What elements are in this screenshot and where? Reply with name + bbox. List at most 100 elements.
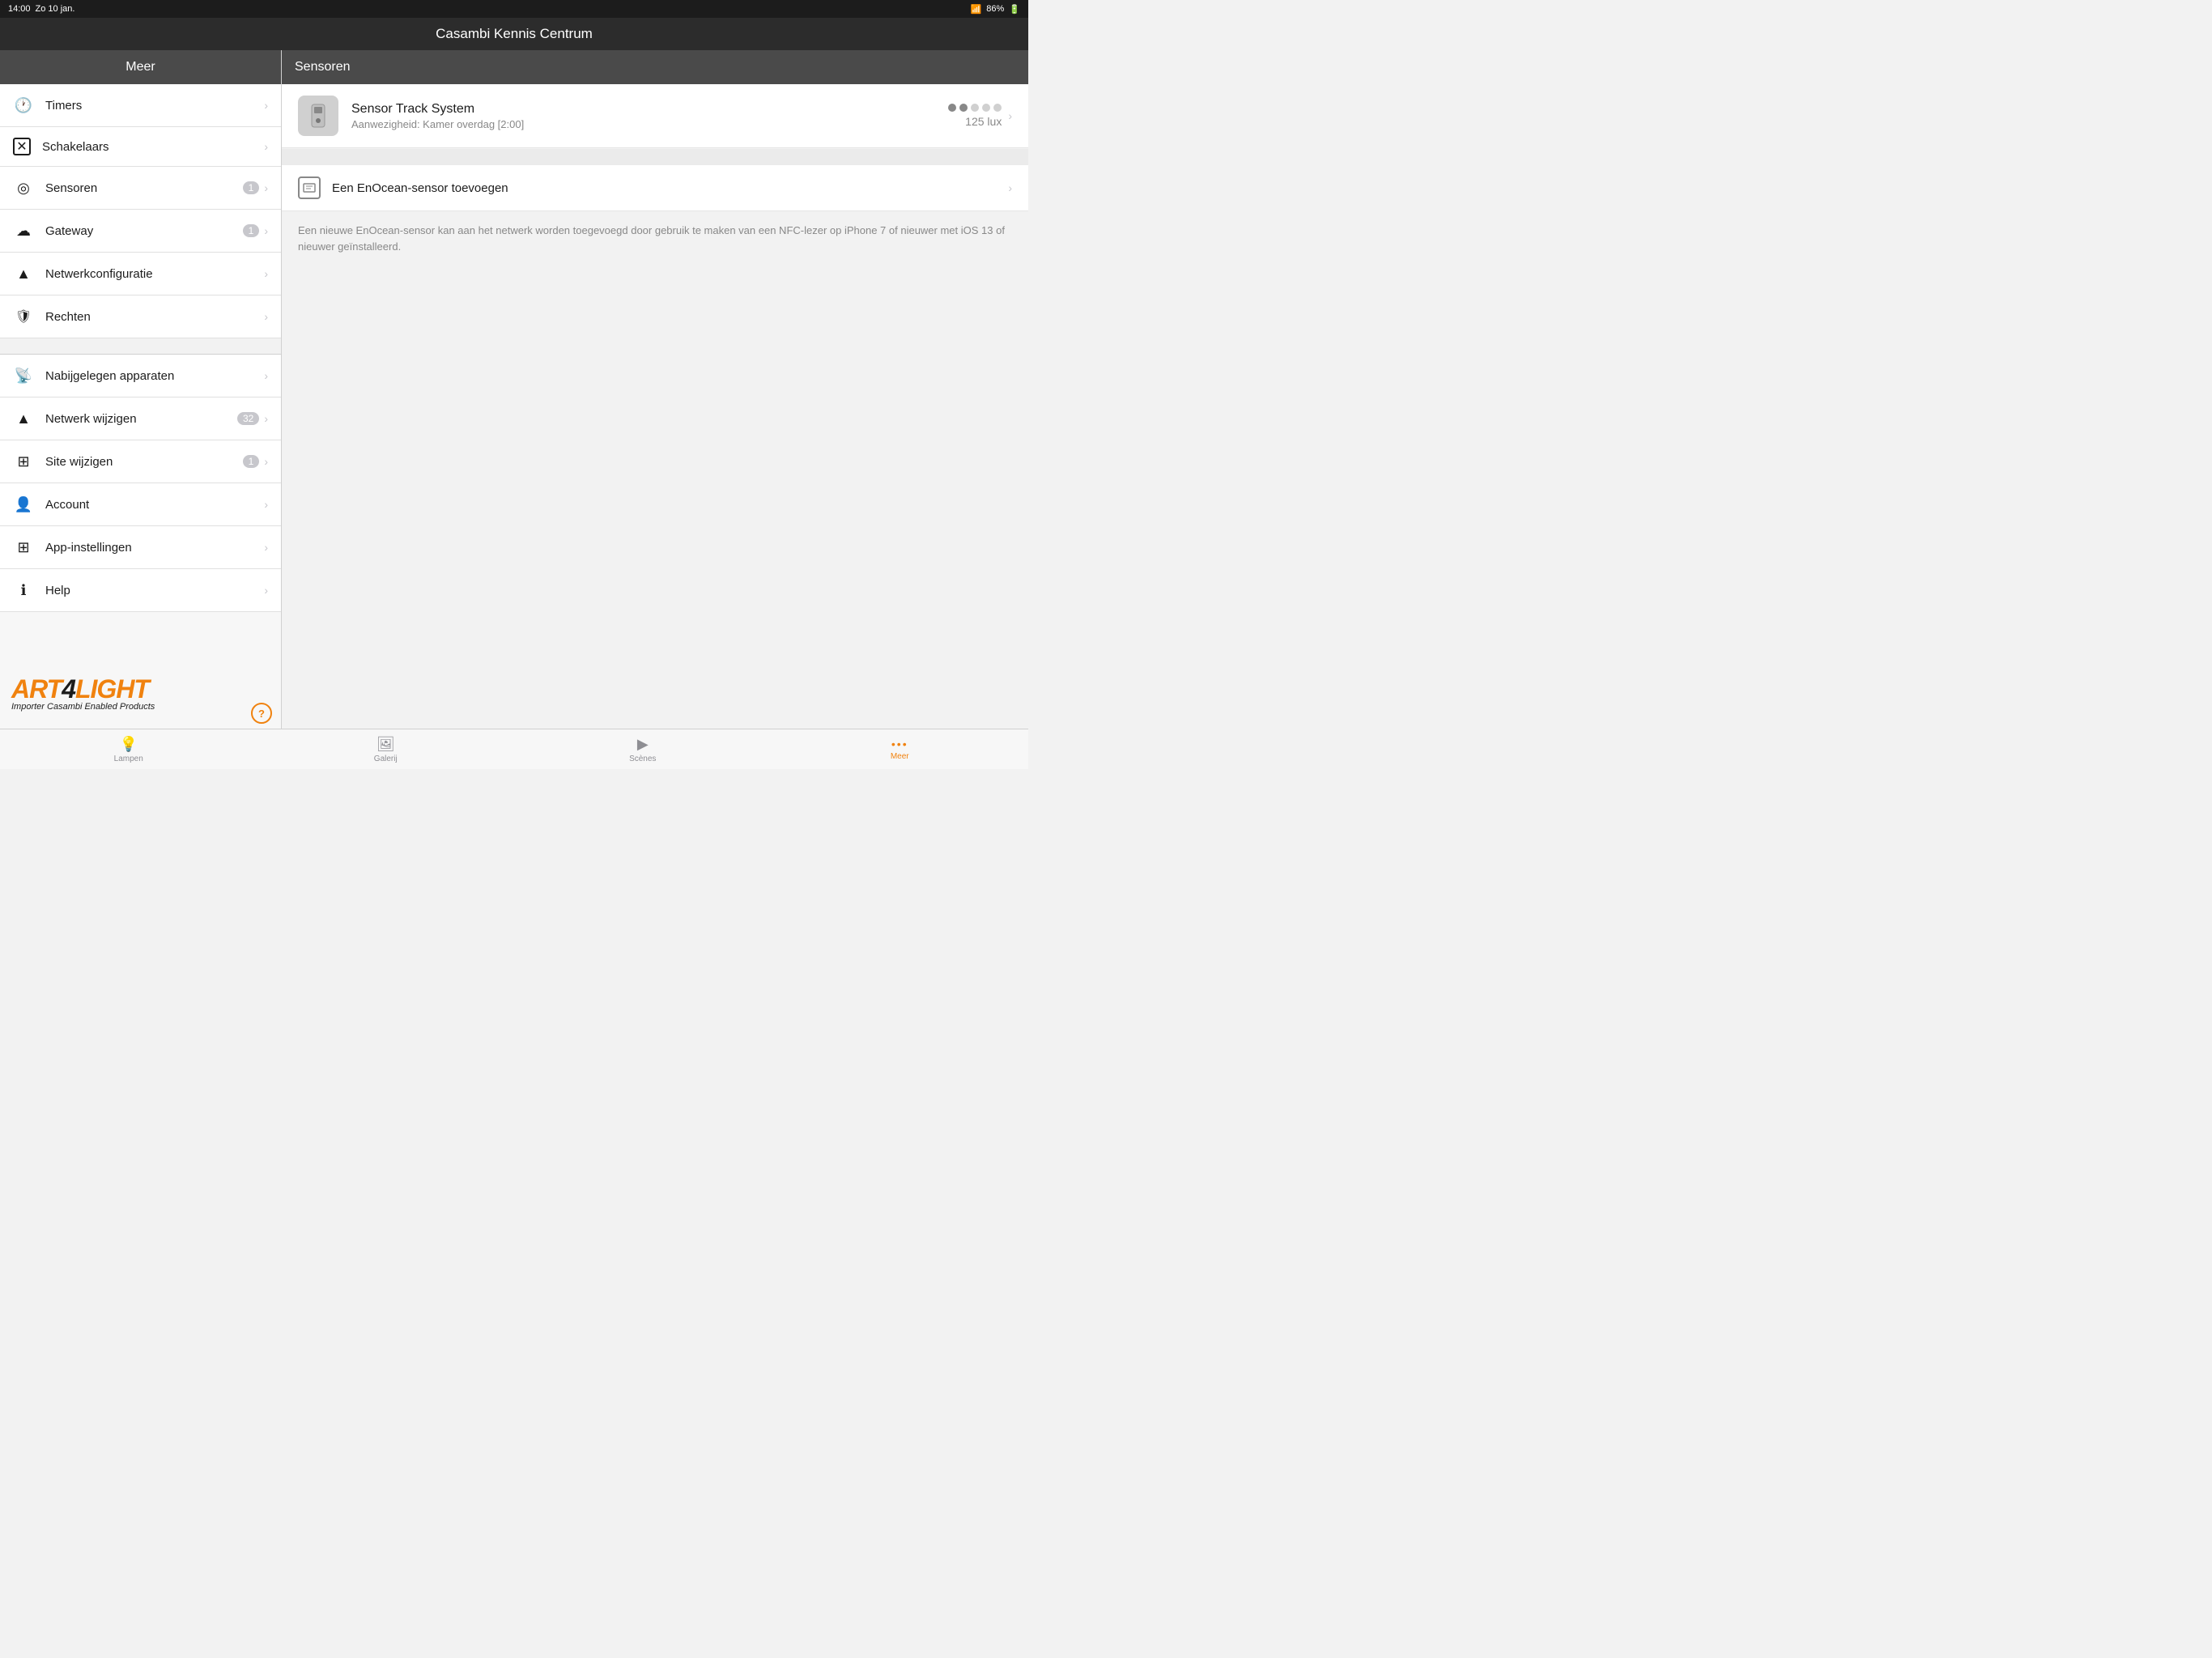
galerij-tab-label: Galerij [374,755,398,763]
sensor-thumbnail [298,96,338,136]
netwerk-wijzigen-label: Netwerk wijzigen [45,412,237,426]
status-day: Zo 10 jan. [36,4,75,14]
schakelaars-label: Schakelaars [42,140,264,154]
help-label: Help [45,584,264,597]
chevron-icon: › [264,310,268,323]
timers-label: Timers [45,99,264,113]
app-settings-icon: ⊞ [13,537,34,558]
sidebar-item-app-instellingen[interactable]: ⊞ App-instellingen › [0,526,281,569]
sensor-lux: 125 lux [965,115,1002,128]
sensor-icon: ◎ [13,177,34,198]
sidebar-item-netwerkconfiguratie[interactable]: ▲ Netwerkconfiguratie › [0,253,281,295]
site-wijzigen-label: Site wijzigen [45,455,243,469]
add-enocean-sensor-button[interactable]: Een EnOcean-sensor toevoegen › [282,165,1028,211]
lampen-tab-label: Lampen [114,755,143,763]
sidebar-item-schakelaars[interactable]: ✕ Schakelaars › [0,127,281,167]
site-icon: ⊞ [13,451,34,472]
tab-meer[interactable]: ••• Meer [772,738,1029,761]
sidebar-header-label: Meer [125,60,155,74]
sensor-name: Sensor Track System [351,102,948,117]
chevron-icon: › [264,584,268,597]
sidebar-item-netwerk-wijzigen[interactable]: ▲ Netwerk wijzigen 32 › [0,397,281,440]
chevron-icon: › [264,224,268,237]
battery-text: 86% [986,4,1004,14]
sidebar-header: Meer [0,50,281,84]
chevron-icon: › [264,541,268,554]
tab-lampen[interactable]: 💡 Lampen [0,736,257,763]
clock-icon: 🕐 [13,95,34,116]
help-question-badge[interactable]: ? [251,703,272,724]
meer-icon: ••• [891,738,908,750]
nearby-icon: 📡 [13,365,34,386]
add-sensor-icon [298,176,321,199]
sensoren-label: Sensoren [45,181,243,195]
app-title: Casambi Kennis Centrum [436,26,593,41]
network-config-icon: ▲ [13,263,34,284]
content-area: Sensoren Sensor Track System Aanwezighei… [282,50,1028,729]
tab-bar: 💡 Lampen 🖼 Galerij ▶ Scènes ••• Meer [0,729,1028,769]
main-layout: Meer 🕐 Timers › ✕ Schakelaars › ◎ Sensor… [0,50,1028,729]
sidebar-item-gateway[interactable]: ☁ Gateway 1 › [0,210,281,253]
add-sensor-chevron-icon: › [1008,181,1012,194]
sidebar-item-help[interactable]: ℹ Help › [0,569,281,612]
status-time: 14:00 [8,4,31,14]
chevron-icon: › [264,140,268,153]
chevron-icon: › [264,181,268,194]
chevron-icon: › [264,99,268,112]
sensor-status: Aanwezigheid: Kamer overdag [2:00] [351,118,948,130]
sidebar-item-nabijgelegen[interactable]: 📡 Nabijgelegen apparaten › [0,355,281,397]
tab-scenes[interactable]: ▶ Scènes [514,736,772,763]
dot-2 [959,104,968,112]
content-title: Sensoren [295,60,351,74]
scenes-tab-label: Scènes [629,755,656,763]
sidebar: Meer 🕐 Timers › ✕ Schakelaars › ◎ Sensor… [0,50,282,729]
tab-galerij[interactable]: 🖼 Galerij [257,736,515,763]
sidebar-item-site-wijzigen[interactable]: ⊞ Site wijzigen 1 › [0,440,281,483]
account-label: Account [45,498,264,512]
app-instellingen-label: App-instellingen [45,541,264,555]
sidebar-item-sensoren[interactable]: ◎ Sensoren 1 › [0,167,281,210]
nabijgelegen-label: Nabijgelegen apparaten [45,369,264,383]
chevron-icon: › [264,455,268,468]
sidebar-separator [0,338,281,355]
dot-4 [982,104,990,112]
galerij-icon: 🖼 [376,736,395,753]
status-right: 📶 86% 🔋 [971,4,1020,15]
sidebar-item-rechten[interactable]: 🛡 Rechten › [0,295,281,338]
sensor-chevron-icon: › [1008,109,1012,122]
gateway-label: Gateway [45,224,243,238]
netwerkconfiguratie-label: Netwerkconfiguratie [45,267,264,281]
gateway-icon: ☁ [13,220,34,241]
content-header: Sensoren [282,50,1028,84]
chevron-icon: › [264,369,268,382]
network-change-icon: ▲ [13,408,34,429]
dot-3 [971,104,979,112]
sidebar-item-timers[interactable]: 🕐 Timers › [0,84,281,127]
chevron-icon: › [264,412,268,425]
site-badge: 1 [243,455,260,468]
dot-1 [948,104,956,112]
rechten-icon: 🛡 [13,306,34,327]
chevron-icon: › [264,498,268,511]
netwerk-badge: 32 [237,412,259,425]
dot-5 [993,104,1002,112]
sensor-dots [948,104,1002,112]
app-header: Casambi Kennis Centrum [0,18,1028,50]
add-sensor-label: Een EnOcean-sensor toevoegen [332,181,1008,195]
battery-icon: 🔋 [1009,4,1020,15]
add-sensor-description: Een nieuwe EnOcean-sensor kan aan het ne… [282,211,1028,266]
status-bar: 14:00 Zo 10 jan. 📶 86% 🔋 [0,0,1028,18]
sensoren-badge: 1 [243,181,260,194]
chevron-icon: › [264,267,268,280]
sensor-info: Sensor Track System Aanwezigheid: Kamer … [351,102,948,130]
scenes-icon: ▶ [637,736,649,753]
gateway-badge: 1 [243,224,260,237]
sensor-list-item[interactable]: Sensor Track System Aanwezigheid: Kamer … [282,84,1028,148]
switch-icon: ✕ [13,138,31,155]
add-sensor-separator [282,149,1028,165]
help-icon: ℹ [13,580,34,601]
meer-tab-label: Meer [891,752,909,761]
lampen-icon: 💡 [120,736,138,753]
sidebar-item-account[interactable]: 👤 Account › [0,483,281,526]
rechten-label: Rechten [45,310,264,324]
